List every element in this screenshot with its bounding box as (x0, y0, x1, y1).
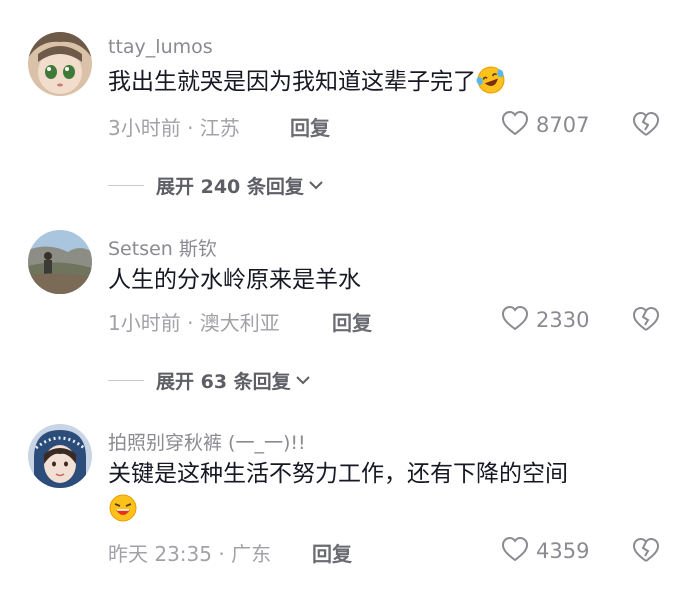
reply-button[interactable]: 回复 (290, 112, 330, 141)
heart-icon (500, 109, 530, 141)
like-button[interactable]: 4359 (500, 535, 589, 567)
like-count: 2330 (536, 308, 590, 332)
heart-icon (500, 535, 530, 567)
comment-text-content: 我出生就哭是因为我知道这辈子完了 (108, 69, 476, 95)
username[interactable]: ttay_lumos (108, 36, 213, 58)
dislike-button[interactable] (630, 109, 662, 141)
time-location: 昨天 23:35 · 广东 (108, 542, 272, 566)
divider (108, 184, 144, 186)
crying-laughing-emoji-icon (108, 493, 138, 523)
time-location: 3小时前 · 江苏 (108, 116, 240, 140)
avatar[interactable] (28, 230, 92, 294)
heart-icon (500, 304, 530, 336)
like-count: 4359 (536, 539, 590, 563)
expand-replies-button[interactable]: 展开 63 条回复 (108, 365, 311, 395)
reply-button[interactable]: 回复 (312, 538, 352, 567)
expand-replies-button[interactable]: 展开 240 条回复 (108, 170, 324, 200)
dislike-button[interactable] (630, 535, 662, 567)
avatar[interactable] (28, 32, 92, 96)
comment-text: 人生的分水岭原来是羊水 (108, 261, 653, 299)
comment-text-content: 关键是这种生活不努力工作，还有下降的空间 (108, 461, 568, 487)
laughing-tears-emoji-icon (476, 65, 506, 95)
expand-replies-label: 展开 63 条回复 (156, 370, 291, 393)
broken-heart-icon (630, 111, 662, 143)
reply-button[interactable]: 回复 (332, 307, 372, 336)
broken-heart-icon (630, 537, 662, 569)
like-button[interactable]: 2330 (500, 304, 589, 336)
comment-text-content: 人生的分水岭原来是羊水 (108, 267, 361, 293)
expand-replies-label: 展开 240 条回复 (156, 175, 304, 198)
username[interactable]: Setsen 斯钦 (108, 234, 217, 261)
username[interactable]: 拍照别穿秋裤 (一_一)!! (108, 428, 306, 455)
divider (108, 379, 144, 381)
avatar[interactable] (28, 424, 92, 488)
broken-heart-icon (630, 306, 662, 338)
like-button[interactable]: 8707 (500, 109, 589, 141)
comment-text: 我出生就哭是因为我知道这辈子完了 (108, 63, 653, 101)
chevron-down-icon (308, 176, 324, 195)
time-location: 1小时前 · 澳大利亚 (108, 311, 280, 335)
chevron-down-icon (295, 371, 311, 390)
comment-text: 关键是这种生活不努力工作，还有下降的空间 (108, 455, 653, 531)
like-count: 8707 (536, 113, 590, 137)
dislike-button[interactable] (630, 304, 662, 336)
